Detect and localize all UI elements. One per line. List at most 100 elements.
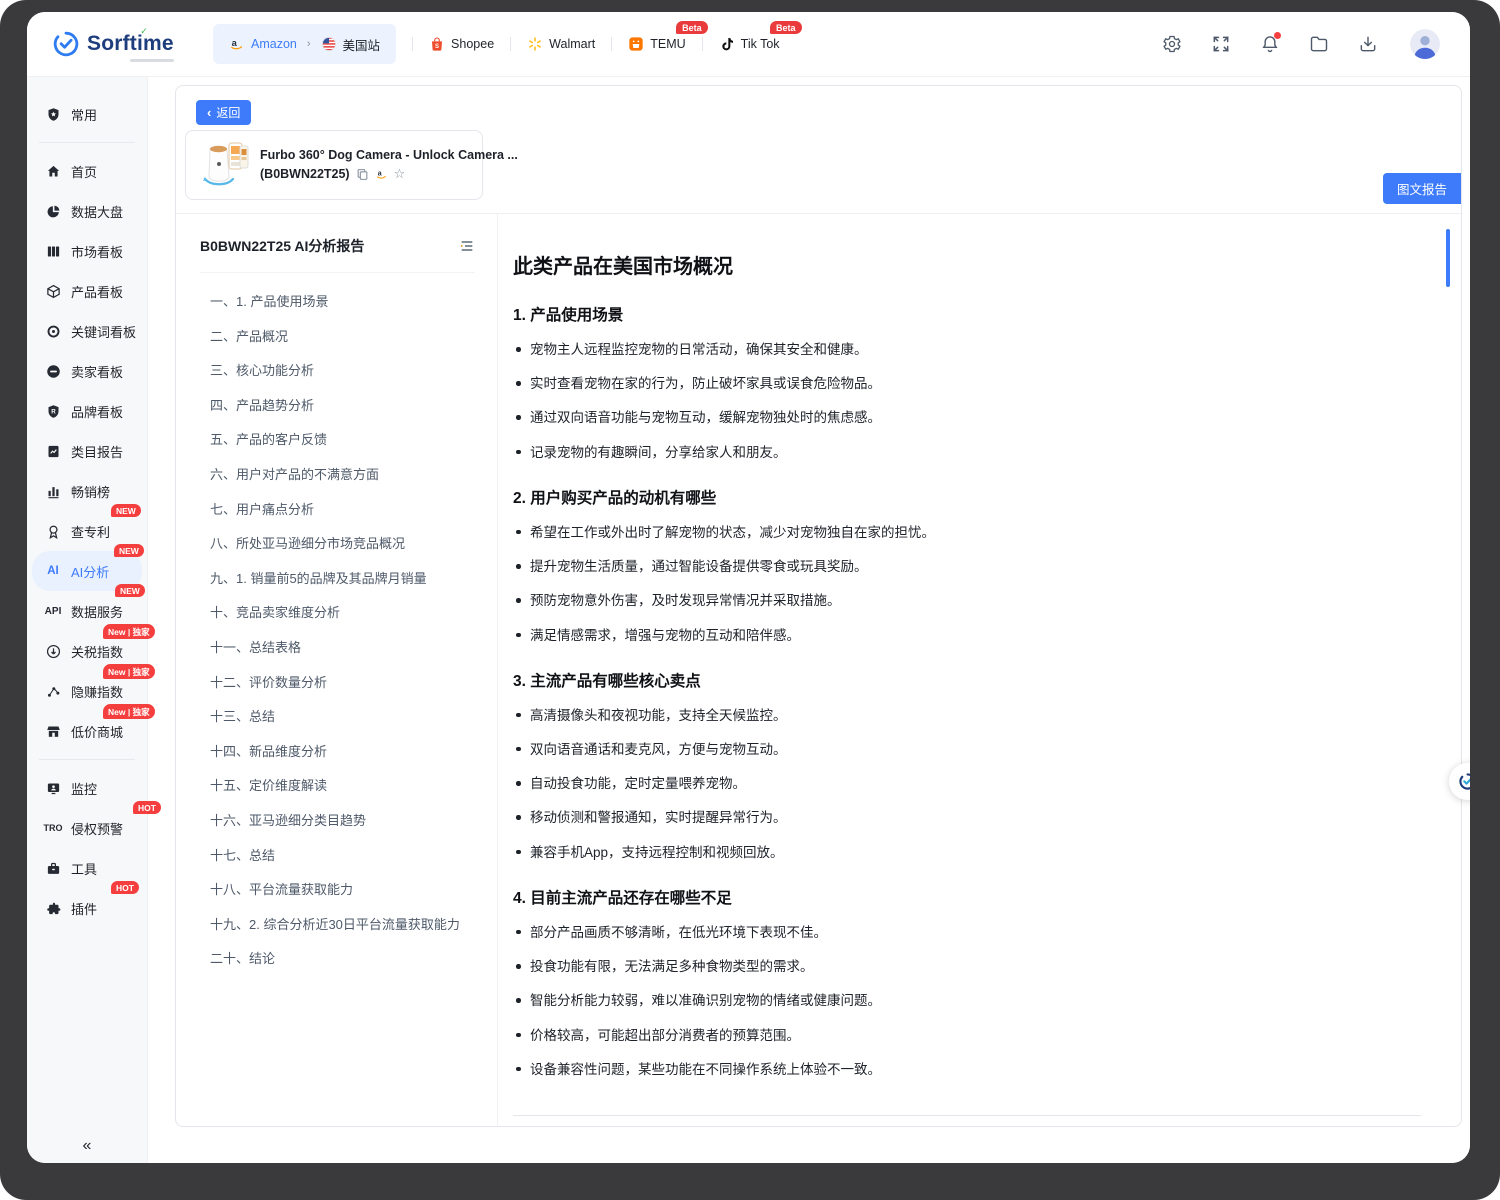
marketplace-tab-shopee[interactable]: SShopee: [429, 36, 494, 52]
tiktok-icon: [719, 36, 735, 52]
toc-item[interactable]: 五、产品的客户反馈: [200, 423, 475, 458]
sidebar-item-label: 常用: [71, 105, 97, 124]
fullscreen-icon[interactable]: [1211, 34, 1231, 54]
sidebar-item-tro[interactable]: TRO侵权预警HOT: [27, 808, 147, 848]
temu-icon: [628, 36, 644, 52]
toc-item[interactable]: 九、1. 销量前5的品牌及其品牌月销量: [200, 562, 475, 597]
sidebar-divider: [39, 142, 135, 143]
sidebar-item-label: 数据大盘: [71, 202, 123, 221]
separator: [702, 37, 703, 51]
toc-list-icon[interactable]: [459, 238, 475, 254]
logo-text: Sorftime: [87, 32, 174, 55]
amazon-link-icon[interactable]: a: [375, 168, 388, 181]
report-bullet-list: 部分产品画质不够清晰，在低光环境下表现不佳。投食功能有限，无法满足多种食物类型的…: [513, 924, 1421, 1079]
report-bullet: 部分产品画质不够清晰，在低光环境下表现不佳。: [513, 924, 1421, 942]
toc-item[interactable]: 三、核心功能分析: [200, 354, 475, 389]
toc-item[interactable]: 十七、总结: [200, 839, 475, 874]
report-bullet-list: 宠物主人远程监控宠物的日常活动，确保其安全和健康。实时查看宠物在家的行为，防止破…: [513, 341, 1421, 462]
sidebar-item-brand[interactable]: R品牌看板: [27, 391, 147, 431]
toc-item[interactable]: 八、所处亚马逊细分市场竞品概况: [200, 527, 475, 562]
download-icon[interactable]: [1358, 34, 1378, 54]
topbar-actions: [1133, 34, 1378, 54]
profit-icon: [45, 684, 61, 699]
svg-text:S: S: [435, 44, 439, 50]
report-card-body: B0BWN22T25 AI分析报告 一、1. 产品使用场景二、产品概况三、核心功…: [176, 214, 1461, 1126]
report-section-heading: 3. 主流产品有哪些核心卖点: [513, 669, 1421, 691]
toc-item[interactable]: 十二、评价数量分析: [200, 666, 475, 701]
tro-icon: TRO: [45, 823, 61, 833]
marketplace-tab-amazon[interactable]: aAmazon: [229, 36, 297, 52]
marketplace-active-group[interactable]: aAmazon › 美国站: [213, 24, 396, 64]
sidebar-item-market[interactable]: 市场看板: [27, 231, 147, 271]
sidebar-item-category[interactable]: 类目报告: [27, 431, 147, 471]
toc-item[interactable]: 十五、定价维度解读: [200, 769, 475, 804]
toc-item[interactable]: 十九、2. 综合分析近30日平台流量获取能力: [200, 908, 475, 943]
toc-item[interactable]: 十六、亚马逊细分类目趋势: [200, 804, 475, 839]
marketplace-label: TEMU: [650, 37, 685, 51]
sidebar-divider: [39, 759, 135, 760]
report-h1: 此类产品在美国市场概况: [513, 250, 1421, 279]
shopee-icon: S: [429, 36, 445, 52]
toc-item[interactable]: 十八、平台流量获取能力: [200, 873, 475, 908]
report-bullet: 高清摄像头和夜视功能，支持全天候监控。: [513, 707, 1421, 725]
toc-item[interactable]: 二十、结论: [200, 942, 475, 977]
product-info: Furbo 360° Dog Camera - Unlock Camera ..…: [260, 148, 518, 182]
marketplace-tab-temu[interactable]: TEMUBeta: [628, 36, 685, 52]
sidebar-item-lowprice[interactable]: 低价商城New | 独家: [27, 711, 147, 751]
sidebar-item-shield[interactable]: 常用: [27, 94, 147, 134]
report-bullet: 实时查看宠物在家的行为，防止破坏家具或误食危险物品。: [513, 375, 1421, 393]
toc-item[interactable]: 十、竞品卖家维度分析: [200, 596, 475, 631]
copy-icon[interactable]: [356, 168, 369, 181]
svg-text:R: R: [51, 408, 56, 415]
marketplace-label: Walmart: [549, 37, 595, 51]
report-bullet: 宠物主人远程监控宠物的日常活动，确保其安全和健康。: [513, 341, 1421, 359]
marketplace-tab-tiktok[interactable]: Tik TokBeta: [719, 36, 780, 52]
sidebar-item-badge: NEW: [114, 544, 144, 557]
sidebar-item-seller[interactable]: 卖家看板: [27, 351, 147, 391]
sidebar-item-keyword[interactable]: 关键词看板: [27, 311, 147, 351]
user-avatar[interactable]: [1410, 29, 1440, 59]
image-text-report-button[interactable]: 图文报告: [1383, 173, 1461, 204]
separator: [412, 37, 413, 51]
svg-text:a: a: [377, 170, 381, 177]
settings-icon[interactable]: [1162, 34, 1182, 54]
back-button[interactable]: ‹ 返回: [196, 100, 251, 125]
toc-item[interactable]: 二、产品概况: [200, 320, 475, 355]
app-logo[interactable]: Sorftime ✓: [27, 31, 195, 57]
notification-dot: [1274, 32, 1281, 39]
toc-item[interactable]: 十一、总结表格: [200, 631, 475, 666]
toc-item[interactable]: 四、产品趋势分析: [200, 389, 475, 424]
product-card[interactable]: Furbo 360° Dog Camera - Unlock Camera ..…: [185, 130, 483, 200]
sidebar-item-dashboard[interactable]: 数据大盘: [27, 191, 147, 231]
sidebar-item-badge: New | 独家: [103, 664, 155, 679]
toc-item[interactable]: 七、用户痛点分析: [200, 493, 475, 528]
sidebar-item-label: 关键词看板: [71, 322, 136, 341]
sidebar-collapse-button[interactable]: «: [27, 1137, 147, 1155]
sidebar-item-label: 关税指数: [71, 642, 123, 661]
notification-icon[interactable]: [1260, 34, 1280, 54]
marketplace-tab-美国站[interactable]: 美国站: [321, 35, 381, 54]
folder-icon[interactable]: [1309, 34, 1329, 54]
sidebar-item-monitor[interactable]: 监控: [27, 768, 147, 808]
sidebar-item-product[interactable]: 产品看板: [27, 271, 147, 311]
report-card: ‹ 返回: [175, 85, 1462, 1127]
sidebar-item-home[interactable]: 首页: [27, 151, 147, 191]
chevron-right-icon: ›: [307, 38, 311, 50]
star-icon[interactable]: ☆: [394, 166, 406, 182]
toc-item[interactable]: 十四、新品维度分析: [200, 735, 475, 770]
sidebar-item-label: 卖家看板: [71, 362, 123, 381]
report-bullet: 投食功能有限，无法满足多种食物类型的需求。: [513, 958, 1421, 976]
sidebar-item-label: 数据服务: [71, 602, 123, 621]
sidebar-item-label: 监控: [71, 779, 97, 798]
sidebar-item-plugin[interactable]: 插件HOT: [27, 888, 147, 928]
scrollbar-thumb[interactable]: [1446, 229, 1450, 287]
product-title: Furbo 360° Dog Camera - Unlock Camera ..…: [260, 148, 518, 162]
toc-item[interactable]: 一、1. 产品使用场景: [200, 285, 475, 320]
marketplace-tab-walmart[interactable]: Walmart: [527, 36, 595, 52]
separator: [510, 37, 511, 51]
market-icon: [45, 244, 61, 259]
sidebar-item-badge: NEW: [111, 504, 141, 517]
toc-item[interactable]: 六、用户对产品的不满意方面: [200, 458, 475, 493]
sidebar-item-badge: NEW: [115, 584, 145, 597]
toc-item[interactable]: 十三、总结: [200, 700, 475, 735]
